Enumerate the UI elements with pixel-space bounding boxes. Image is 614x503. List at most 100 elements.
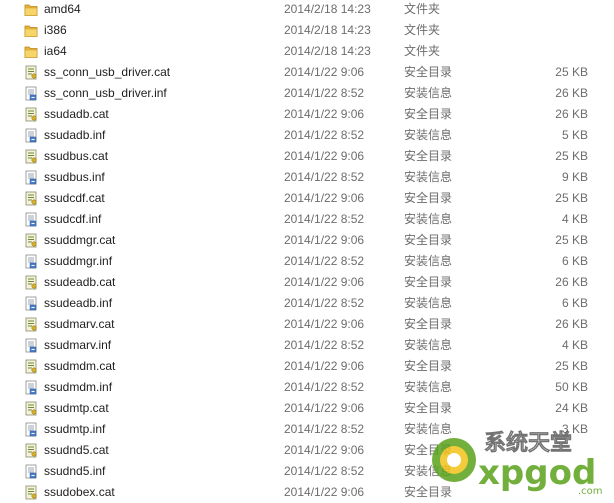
file-row[interactable]: ssudmarv.cat 2014/1/22 9:06 安全目录 26 KB: [0, 314, 614, 335]
file-type: 安全目录: [404, 275, 453, 289]
file-size: 25 KB: [555, 233, 588, 247]
file-name: ssuddmgr.inf: [44, 254, 113, 268]
file-size: 25 KB: [555, 65, 588, 79]
file-name: ssudeadb.inf: [44, 296, 113, 310]
file-name: ssudmarv.inf: [44, 338, 112, 352]
file-row[interactable]: ss_conn_usb_driver.inf 2014/1/22 8:52 安装信息…: [0, 83, 614, 104]
file-row[interactable]: ssudadb.inf 2014/1/22 8:52 安装信息 5 KB: [0, 125, 614, 146]
file-date-modified: 2014/1/22 8:52: [284, 212, 365, 226]
catalog-file-icon: [24, 443, 38, 458]
file-date-modified: 2014/1/22 9:06: [284, 485, 365, 499]
file-date-modified: 2014/2/18 14:23: [284, 23, 371, 37]
file-name: ssudmtp.cat: [44, 401, 109, 415]
xpgod-logo-icon: 系统天堂 xpgod .com: [432, 430, 603, 496]
file-type: 安装信息: [404, 338, 453, 352]
file-row[interactable]: ssudmdm.cat 2014/1/22 9:06 安全目录 25 KB: [0, 356, 614, 377]
file-row[interactable]: ssudbus.inf 2014/1/22 8:52 安装信息 9 KB: [0, 167, 614, 188]
file-size: 50 KB: [555, 380, 588, 394]
file-name: ssudeadb.cat: [44, 275, 116, 289]
file-name: ssuddmgr.cat: [44, 233, 116, 247]
setup-info-file-icon: [24, 128, 38, 143]
catalog-file-icon: [24, 485, 38, 500]
file-row[interactable]: ssudcdf.inf 2014/1/22 8:52 安装信息 4 KB: [0, 209, 614, 230]
file-size: 26 KB: [555, 107, 588, 121]
file-type: 安装信息: [404, 212, 453, 226]
file-name: ssudbus.cat: [44, 149, 109, 163]
file-type: 安装信息: [404, 170, 453, 184]
file-row[interactable]: ssudmarv.inf 2014/1/22 8:52 安装信息 4 KB: [0, 335, 614, 356]
file-name: amd64: [44, 2, 81, 16]
file-row[interactable]: ssudadb.cat 2014/1/22 9:06 安全目录 26 KB: [0, 104, 614, 125]
file-date-modified: 2014/1/22 8:52: [284, 86, 365, 100]
file-type: 安装信息: [404, 128, 453, 142]
setup-info-file-icon: [24, 380, 38, 395]
file-row[interactable]: ia64 2014/2/18 14:23 文件夹: [0, 41, 614, 62]
catalog-file-icon: [24, 107, 38, 122]
catalog-file-icon: [24, 317, 38, 332]
folder-icon: [24, 23, 38, 38]
file-name: ssudcdf.inf: [44, 212, 102, 226]
file-type: 文件夹: [404, 23, 441, 37]
file-size: 5 KB: [561, 128, 588, 142]
file-size: 25 KB: [555, 149, 588, 163]
setup-info-file-icon: [24, 338, 38, 353]
file-name: i386: [44, 23, 67, 37]
file-type: 安全目录: [404, 149, 453, 163]
file-name: ssudobex.cat: [44, 485, 115, 499]
file-row[interactable]: ssudeadb.inf 2014/1/22 8:52 安装信息 6 KB: [0, 293, 614, 314]
file-row[interactable]: ssudcdf.cat 2014/1/22 9:06 安全目录 25 KB: [0, 188, 614, 209]
file-date-modified: 2014/1/22 8:52: [284, 422, 365, 436]
setup-info-file-icon: [24, 170, 38, 185]
file-type: 文件夹: [404, 2, 441, 16]
file-row[interactable]: ssudmdm.inf 2014/1/22 8:52 安装信息 50 KB: [0, 377, 614, 398]
file-size: 26 KB: [555, 275, 588, 289]
file-name: ss_conn_usb_driver.cat: [44, 65, 171, 79]
file-size: 4 KB: [561, 338, 588, 352]
file-type: 文件夹: [404, 44, 441, 58]
setup-info-file-icon: [24, 296, 38, 311]
file-date-modified: 2014/1/22 9:06: [284, 149, 365, 163]
file-name: ssudmdm.inf: [44, 380, 113, 394]
file-row[interactable]: i386 2014/2/18 14:23 文件夹: [0, 20, 614, 41]
file-type: 安装信息: [404, 254, 453, 268]
file-size: 25 KB: [555, 359, 588, 373]
file-date-modified: 2014/2/18 14:23: [284, 44, 371, 58]
file-date-modified: 2014/1/22 9:06: [284, 275, 365, 289]
catalog-file-icon: [24, 191, 38, 206]
file-type: 安全目录: [404, 359, 453, 373]
file-date-modified: 2014/1/22 9:06: [284, 233, 365, 247]
file-name: ssudnd5.inf: [44, 464, 106, 478]
file-size: 6 KB: [561, 254, 588, 268]
file-type: 安全目录: [404, 401, 453, 415]
file-date-modified: 2014/1/22 8:52: [284, 338, 365, 352]
file-name: ssudmarv.cat: [44, 317, 115, 331]
file-type: 安全目录: [404, 65, 453, 79]
file-list: amd64 2014/2/18 14:23 文件夹 i386 2014/2/18 14:…: [0, 0, 614, 500]
file-type: 安全目录: [404, 191, 453, 205]
file-row[interactable]: ssuddmgr.inf 2014/1/22 8:52 安装信息 6 KB: [0, 251, 614, 272]
file-type: 安全目录: [404, 317, 453, 331]
file-date-modified: 2014/1/22 9:06: [284, 65, 365, 79]
setup-info-file-icon: [24, 86, 38, 101]
file-row[interactable]: amd64 2014/2/18 14:23 文件夹: [0, 0, 614, 20]
file-size: 4 KB: [561, 212, 588, 226]
setup-info-file-icon: [24, 212, 38, 227]
file-row[interactable]: ss_conn_usb_driver.cat 2014/1/22 9:06 安全目录…: [0, 62, 614, 83]
catalog-file-icon: [24, 401, 38, 416]
file-row[interactable]: ssudbus.cat 2014/1/22 9:06 安全目录 25 KB: [0, 146, 614, 167]
file-size: 26 KB: [555, 86, 588, 100]
file-row[interactable]: ssudeadb.cat 2014/1/22 9:06 安全目录 26 KB: [0, 272, 614, 293]
file-row[interactable]: ssuddmgr.cat 2014/1/22 9:06 安全目录 25 KB: [0, 230, 614, 251]
file-row[interactable]: ssudmtp.cat 2014/1/22 9:06 安全目录 24 KB: [0, 398, 614, 419]
watermark-domain: .com: [578, 486, 603, 496]
file-name: ssudmtp.inf: [44, 422, 106, 436]
catalog-file-icon: [24, 65, 38, 80]
file-type: 安装信息: [404, 380, 453, 394]
file-name: ss_conn_usb_driver.inf: [44, 86, 167, 100]
file-size: 25 KB: [555, 191, 588, 205]
file-name: ssudbus.inf: [44, 170, 105, 184]
file-size: 6 KB: [561, 296, 588, 310]
file-type: 安全目录: [404, 107, 453, 121]
file-name: ia64: [44, 44, 67, 58]
file-date-modified: 2014/1/22 8:52: [284, 128, 365, 142]
